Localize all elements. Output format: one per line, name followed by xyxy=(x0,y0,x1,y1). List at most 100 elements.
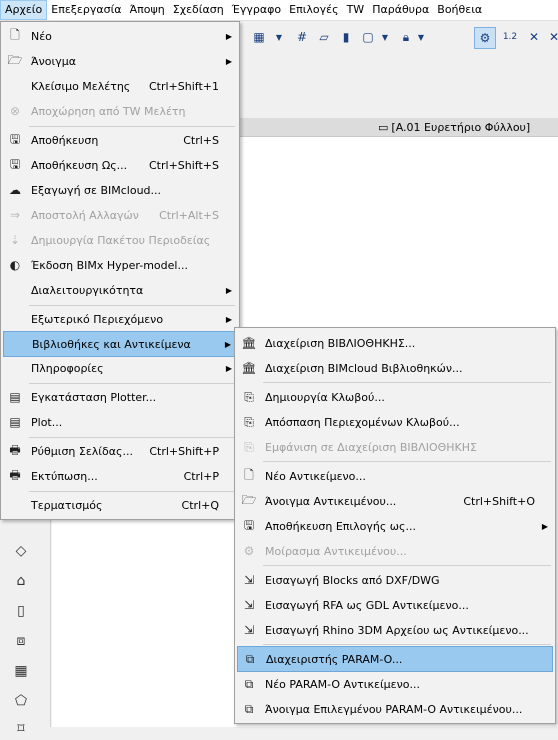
menu-item-new[interactable]: 🗋 Νέο ▶ xyxy=(3,24,237,48)
plane-icon[interactable]: ▮ xyxy=(336,27,356,47)
menu-item-library-manager[interactable]: 🏛︎ Διαχείριση ΒΙΒΛΙΟΘΗΚΗΣ... xyxy=(237,331,553,355)
menu-item-extract-hotlink[interactable]: ⎘ Απόσπαση Περιεχομένων Κλωβού... xyxy=(237,410,553,434)
import-rhino-icon: ⇲ xyxy=(243,623,255,637)
menu-help[interactable]: Βοήθεια xyxy=(433,0,486,20)
import-dxf-icon: ⇲ xyxy=(243,573,255,587)
menu-item-leave-teamwork[interactable]: ⊗ Αποχώρηση από TW Μελέτη xyxy=(3,99,237,123)
chevron-down-icon[interactable]: ▼ xyxy=(274,27,284,47)
menu-item-label: Plot... xyxy=(31,415,63,429)
menu-item-save-selection[interactable]: 🖫 Αποθήκευση Επιλογής ως... ▶ xyxy=(237,514,553,538)
menu-item-save[interactable]: 🖫 Αποθήκευση Ctrl+S xyxy=(3,128,237,152)
send-changes-icon: ⇒ xyxy=(9,208,21,222)
menu-item-import-rfa[interactable]: ⇲ Εισαγωγή RFA ως GDL Αντικείμενο... xyxy=(237,593,553,617)
menu-item-new-param-o[interactable]: ⧉ Νέο PARAM-O Αντικείμενο... xyxy=(237,672,553,696)
menu-options[interactable]: Επιλογές xyxy=(285,0,342,20)
menu-item-bimcloud-libraries[interactable]: 🏛︎ Διαχείριση BIMcloud Βιβλιοθηκών... xyxy=(237,356,553,380)
menu-item-import-rhino[interactable]: ⇲ Εισαγωγή Rhino 3DM Αρχείου ως Αντικείμ… xyxy=(237,618,553,642)
new-object-icon: 🗋 xyxy=(244,467,254,482)
menu-design[interactable]: Σχεδίαση xyxy=(169,0,228,20)
menu-item-page-setup[interactable]: 🖶 Ρύθμιση Σελίδας... Ctrl+Shift+P xyxy=(3,439,237,463)
menu-separator xyxy=(263,565,551,566)
grid-snap-icon[interactable]: # xyxy=(292,27,312,47)
sheet-label[interactable]: ▭ [A.01 Ευρετήριο Φύλλου] xyxy=(378,120,530,136)
menu-item-label: Εισαγωγή Blocks από DXF/DWG xyxy=(265,573,440,587)
file-menu: 🗋 Νέο ▶ 🗁 Άνοιγμα ▶ Κλείσιμο Μελέτης Ctr… xyxy=(0,21,240,520)
menu-item-bimx[interactable]: ◐ Έκδοση BIMx Hyper-model... xyxy=(3,253,237,277)
menu-item-new-object[interactable]: 🗋 Νέο Αντικείμενο... xyxy=(237,464,553,488)
menu-item-label: Εκτύπωση... xyxy=(31,469,98,483)
menu-item-label: Μοίρασμα Αντικειμένου... xyxy=(265,544,407,558)
layer-icon[interactable]: ▱ xyxy=(314,27,334,47)
menu-item-label: Ρύθμιση Σελίδας... xyxy=(31,444,133,458)
morph-tool-icon[interactable]: ⬠ xyxy=(10,690,32,712)
toolbar: ▦ ▼ # ▱ ▮ ▢ ▼ 🔒︎ ▼ ⚙ 1.2 ✕ ✕ xyxy=(240,21,558,53)
menu-item-param-o-manager[interactable]: ⧉ Διαχειριστής PARAM-O... xyxy=(237,646,553,672)
submenu-arrow-icon: ▶ xyxy=(225,31,232,41)
shell-tool-icon[interactable]: ▯ xyxy=(10,600,32,622)
library-manager-icon: 🏛︎ xyxy=(241,336,257,350)
menu-item-share-object[interactable]: ⚙ Μοίρασμα Αντικειμένου... xyxy=(237,539,553,563)
menu-item-travel-pack[interactable]: ⇣ Δημιουργία Πακέτου Περιοδείας xyxy=(3,228,237,252)
menu-view[interactable]: Άποψη xyxy=(126,0,169,20)
chevron-down-icon[interactable]: ▼ xyxy=(380,27,390,47)
object-tool-icon[interactable]: ⌑ xyxy=(10,718,32,740)
fit-icon[interactable]: ✕ xyxy=(524,27,544,47)
menu-item-shortcut: Ctrl+Shift+P xyxy=(149,444,219,458)
save-icon: 🖫 xyxy=(9,131,21,146)
sheet-label-text: [A.01 Ευρετήριο Φύλλου] xyxy=(391,121,531,134)
menu-edit[interactable]: Επεξεργασία xyxy=(47,0,125,20)
menu-item-show-in-library[interactable]: ⎘ Εμφάνιση σε Διαχείριση ΒΙΒΛΙΟΘΗΚΗΣ xyxy=(237,435,553,459)
menu-item-plot[interactable]: ▤ Plot... xyxy=(3,410,237,434)
menu-window[interactable]: Παράθυρα xyxy=(368,0,433,20)
menu-document[interactable]: Έγγραφο xyxy=(228,0,285,20)
menu-item-print[interactable]: 🖶 Εκτύπωση... Ctrl+P xyxy=(3,464,237,488)
menu-item-quit[interactable]: Τερματισμός Ctrl+Q xyxy=(3,493,237,517)
menu-item-shortcut: Ctrl+Shift+S xyxy=(149,158,219,172)
menu-item-create-hotlink[interactable]: ⎘ Δημιουργία Κλωβού... xyxy=(237,385,553,409)
menu-item-shortcut: Ctrl+S xyxy=(183,133,219,147)
menu-item-shortcut: Ctrl+Shift+1 xyxy=(148,79,219,93)
chevron-down-icon[interactable]: ▼ xyxy=(416,27,426,47)
view-xy-icon[interactable]: ▦ xyxy=(246,27,272,47)
menu-item-import-dxf[interactable]: ⇲ Εισαγωγή Blocks από DXF/DWG xyxy=(237,568,553,592)
menu-item-libraries-objects[interactable]: Βιβλιοθήκες και Αντικείμενα ▶ xyxy=(3,331,237,357)
lock-icon[interactable]: 🔒︎ xyxy=(396,27,416,47)
roof-tool-icon[interactable]: ⌂ xyxy=(10,570,32,592)
menu-item-info[interactable]: Πληροφορίες ▶ xyxy=(3,356,237,380)
mesh-tool-icon[interactable]: ▦ xyxy=(10,660,32,682)
menu-item-label: Νέο PARAM-O Αντικείμενο... xyxy=(265,677,420,691)
suspend-groups-icon[interactable]: ⚙ xyxy=(474,27,496,49)
close-icon[interactable]: ✕ xyxy=(544,27,558,47)
menu-item-open[interactable]: 🗁 Άνοιγμα ▶ xyxy=(3,49,237,73)
menu-item-open-param-o[interactable]: ⧉ Άνοιγμα Επιλεγμένου PARAM-O Αντικειμέν… xyxy=(237,697,553,721)
menu-item-interoperability[interactable]: Διαλειτουργικότητα ▶ xyxy=(3,278,237,302)
menu-item-label: Εμφάνιση σε Διαχείριση ΒΙΒΛΙΟΘΗΚΗΣ xyxy=(265,440,477,454)
menu-item-open-object[interactable]: 🗁 Άνοιγμα Αντικειμένου... Ctrl+Shift+O xyxy=(237,489,553,513)
skylight-tool-icon[interactable]: ⧈ xyxy=(10,630,32,652)
menu-separator xyxy=(263,644,551,645)
share-object-icon: ⚙ xyxy=(243,544,255,558)
print-icon: 🖶 xyxy=(9,467,21,482)
submenu-arrow-icon: ▶ xyxy=(225,285,232,295)
slab-tool-icon[interactable]: ◇ xyxy=(10,540,32,562)
menu-item-label: Διαλειτουργικότητα xyxy=(31,283,144,297)
menu-item-save-as[interactable]: 🖫 Αποθήκευση Ως... Ctrl+Shift+S xyxy=(3,153,237,177)
open-param-o-icon: ⧉ xyxy=(244,701,254,716)
menu-item-shortcut: Ctrl+Q xyxy=(181,498,219,512)
frame-icon[interactable]: ▢ xyxy=(358,27,378,47)
menu-item-export-bimcloud[interactable]: ☁ Εξαγωγή σε BIMcloud... xyxy=(3,178,237,202)
menu-file[interactable]: Αρχείο xyxy=(0,0,48,20)
dimension-icon[interactable]: 1.2 xyxy=(498,27,522,47)
menu-item-label: Διαχειριστής PARAM-O... xyxy=(266,652,403,666)
menu-item-external-content[interactable]: Εξωτερικό Περιεχόμενο ▶ xyxy=(3,307,237,331)
menu-separator xyxy=(29,491,235,492)
menu-item-send-changes[interactable]: ⇒ Αποστολή Αλλαγών Ctrl+Alt+S xyxy=(3,203,237,227)
menu-teamwork[interactable]: TW xyxy=(343,0,369,20)
menu-item-label: Εισαγωγή RFA ως GDL Αντικείμενο... xyxy=(265,598,469,612)
submenu-arrow-icon: ▶ xyxy=(225,363,232,373)
menu-item-plotter-setup[interactable]: ▤ Εγκατάσταση Plotter... xyxy=(3,385,237,409)
extract-hotlink-icon: ⎘ xyxy=(244,414,254,429)
new-param-o-icon: ⧉ xyxy=(244,676,254,691)
menu-item-close-project[interactable]: Κλείσιμο Μελέτης Ctrl+Shift+1 xyxy=(3,74,237,98)
plot-icon: ▤ xyxy=(9,415,21,429)
